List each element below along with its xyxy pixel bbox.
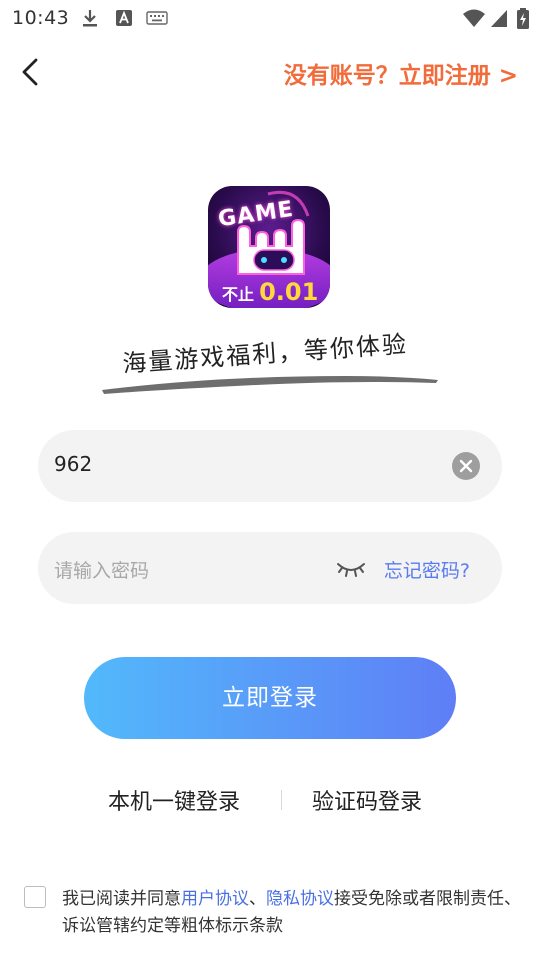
logo-caption-prefix: 不止: [222, 285, 255, 304]
sms-login-button[interactable]: 验证码登录: [312, 784, 422, 816]
back-button[interactable]: [14, 54, 50, 90]
register-link[interactable]: 没有账号？立即注册 >: [284, 56, 518, 90]
battery-charging-icon: [517, 8, 529, 29]
download-icon: [83, 10, 97, 27]
logo-caption: 不止 0.01: [222, 278, 318, 306]
font-a-icon: [116, 10, 132, 26]
password-input[interactable]: 请输入密码: [54, 556, 149, 583]
logo-caption-value: 0.01: [259, 278, 319, 306]
agreement-text: 我已阅读并同意用户协议、隐私协议接受免除或者限制责任、诉讼管辖约定等粗体标示条款: [62, 886, 524, 940]
forgot-password-link[interactable]: 忘记密码?: [384, 556, 470, 583]
slogan-area: 海量游戏福利，等你体验: [96, 322, 446, 402]
status-bar: 10:43: [0, 0, 540, 36]
signal-icon: [491, 10, 507, 27]
keyboard-icon: [146, 11, 168, 25]
status-time: 10:43: [12, 7, 70, 29]
one-click-login-button[interactable]: 本机一键登录: [108, 784, 240, 816]
agreement-separator: 、: [249, 889, 266, 909]
user-agreement-link[interactable]: 用户协议: [181, 889, 249, 909]
privacy-policy-link[interactable]: 隐私协议: [266, 889, 334, 909]
eye-closed-icon[interactable]: [336, 558, 366, 578]
wifi-icon: [463, 9, 485, 27]
agreement-prefix: 我已阅读并同意: [62, 889, 181, 909]
password-field[interactable]: 请输入密码 忘记密码?: [38, 532, 502, 604]
app-logo: GAME 不止 0.01: [208, 186, 330, 308]
alt-login-divider: [281, 790, 282, 810]
slogan-brush-stroke: [102, 376, 438, 394]
login-button[interactable]: 立即登录: [84, 657, 456, 739]
account-input[interactable]: [54, 452, 434, 476]
account-field[interactable]: [38, 430, 502, 502]
agreement-checkbox[interactable]: [24, 886, 46, 908]
clear-circle-icon[interactable]: [452, 452, 480, 480]
